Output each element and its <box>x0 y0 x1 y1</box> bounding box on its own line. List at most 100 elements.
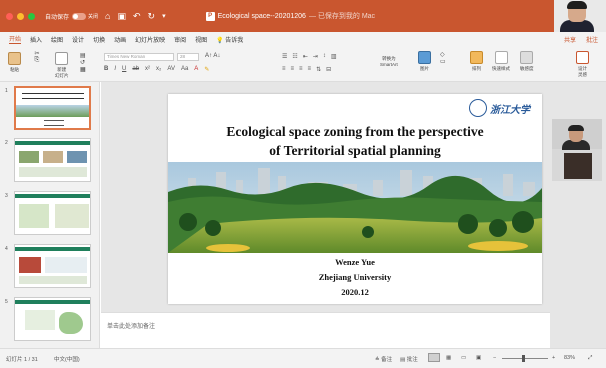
slide-thumbnail-panel[interactable]: 1 2 3 4 5 <box>0 82 100 348</box>
tab-insert[interactable]: 插入 <box>30 35 42 44</box>
tab-view[interactable]: 视图 <box>195 35 207 44</box>
slide-thumbnail-2[interactable] <box>14 138 91 182</box>
slide-thumbnail-5[interactable] <box>14 297 91 341</box>
zoom-window-button[interactable] <box>28 12 35 20</box>
comments-button[interactable]: 批注 <box>586 35 598 44</box>
font-grow-shrink[interactable]: A↑ A↓ <box>205 53 220 59</box>
font-name-select[interactable]: Times New Roman <box>104 53 174 61</box>
slide-sorter-button[interactable]: ▦ <box>446 355 451 361</box>
university-logo: 浙江大学 <box>469 97 539 119</box>
text-direction-button[interactable]: ⇅ <box>316 66 321 73</box>
tab-transitions[interactable]: 切换 <box>93 35 105 44</box>
share-button[interactable]: 共享 <box>564 35 576 44</box>
justify-button[interactable]: ≡ <box>308 66 312 73</box>
sensitivity-button[interactable]: 敏感度 <box>520 51 534 72</box>
slide-title[interactable]: Ecological space zoning from the perspec… <box>168 122 542 160</box>
presentation-date: 2020.12 <box>341 287 369 297</box>
zoom-level[interactable]: 83% <box>564 355 575 361</box>
close-window-button[interactable] <box>6 12 13 20</box>
redo-icon[interactable]: ↻ <box>148 11 156 22</box>
thumb-number: 3 <box>5 193 8 199</box>
fit-to-window-icon[interactable]: ⤢ <box>588 355 592 362</box>
columns-button[interactable]: ▥ <box>331 53 337 60</box>
convert-smartart-button[interactable]: 转换为 SmartArt <box>380 56 398 67</box>
participant-video-side <box>552 119 602 181</box>
normal-view-button[interactable] <box>428 353 440 362</box>
design-ideas-button[interactable]: 设计 灵感 <box>576 51 589 78</box>
notes-placeholder: 单击此处添加备注 <box>107 324 156 330</box>
align-right-button[interactable]: ≡ <box>299 66 303 73</box>
increase-indent-button[interactable]: ⇥ <box>313 53 318 60</box>
tab-animations[interactable]: 动画 <box>114 35 126 44</box>
title-bar: 自动保存 关闭 ⌂ ▣ ↶ ↻ ▾ P Ecological space--20… <box>0 0 606 32</box>
language-indicator[interactable]: 中文(中国) <box>54 355 80 363</box>
arrange-icon <box>470 51 483 64</box>
undo-icon[interactable]: ↶ <box>133 11 141 22</box>
clipboard-tools[interactable]: ✂ ⎘ <box>32 50 42 64</box>
align-text-button[interactable]: ⊟ <box>326 66 331 73</box>
align-buttons: ≡ ≡ ≡ ≡ ⇅ ⊟ <box>282 66 331 73</box>
picture-icon <box>418 51 431 64</box>
subscript-button[interactable]: x₂ <box>156 66 161 73</box>
university-seal-icon <box>469 99 487 117</box>
align-center-button[interactable]: ≡ <box>291 66 295 73</box>
highlight-button[interactable]: ✎ <box>204 66 209 73</box>
decrease-indent-button[interactable]: ⇤ <box>303 53 308 60</box>
bullets-button[interactable]: ☰ <box>282 53 287 60</box>
zoom-out-button[interactable]: − <box>493 355 496 361</box>
tab-design[interactable]: 设计 <box>72 35 84 44</box>
quick-styles-icon <box>494 51 508 64</box>
comments-toggle-button[interactable]: ▤ 批注 <box>400 355 418 363</box>
change-case-button[interactable]: Aa <box>181 66 188 73</box>
superscript-button[interactable]: x² <box>145 66 150 73</box>
save-icon[interactable]: ▣ <box>117 11 126 22</box>
picture-button[interactable]: 图片 <box>418 51 431 72</box>
tell-me-search[interactable]: 💡 告诉我 <box>216 35 243 44</box>
slide-thumbnail-4[interactable] <box>14 244 91 288</box>
notes-toggle-button[interactable]: ≙ 备注 <box>375 355 392 363</box>
shapes-button[interactable]: ◇ ▭ <box>440 51 446 65</box>
tell-me-label: 告诉我 <box>225 37 244 44</box>
new-slide-button[interactable]: 新建 幻灯片 <box>55 52 69 79</box>
font-color-button[interactable]: A <box>194 66 198 73</box>
tab-home[interactable]: 开始 <box>9 34 22 44</box>
numbering-button[interactable]: ☷ <box>292 53 297 60</box>
ribbon-tabs: 开始 插入 绘图 设计 切换 动画 幻灯片放映 审阅 视图 💡 告诉我 共享 批… <box>0 32 606 46</box>
strikethrough-button[interactable]: ab <box>132 66 139 73</box>
thumb-number: 4 <box>5 246 8 252</box>
line-spacing-button[interactable]: ↕ <box>323 53 326 60</box>
underline-button[interactable]: U <box>122 66 126 73</box>
slide-thumbnail-3[interactable] <box>14 191 91 235</box>
italic-button[interactable]: I <box>114 66 116 73</box>
thumb-number: 1 <box>5 88 8 94</box>
logo-text: 浙江大学 <box>490 104 530 116</box>
reading-view-button[interactable]: ▭ <box>461 355 466 361</box>
autosave-toggle[interactable] <box>72 12 87 20</box>
char-spacing-button[interactable]: AV <box>167 66 175 73</box>
home-icon[interactable]: ⌂ <box>105 11 110 21</box>
arrange-button[interactable]: 排列 <box>470 51 483 72</box>
paste-button[interactable]: 粘贴 <box>8 52 21 73</box>
tab-draw[interactable]: 绘图 <box>51 35 63 44</box>
zoom-in-button[interactable]: + <box>552 355 555 361</box>
customize-toolbar-icon[interactable]: ▾ <box>162 12 166 20</box>
notes-pane[interactable]: 单击此处添加备注 <box>101 312 550 348</box>
bold-button[interactable]: B <box>104 66 108 73</box>
ribbon-toolbar: 粘贴 ✂ ⎘ 新建 幻灯片 ▤ ↺ ▦ Times New Roman 28 B I … <box>0 46 606 82</box>
document-name: Ecological space--20201206 <box>217 12 306 20</box>
tab-review[interactable]: 审阅 <box>174 35 186 44</box>
layout-tools[interactable]: ▤ ↺ ▦ <box>80 52 86 73</box>
list-buttons: ☰ ☷ ⇤ ⇥ ↕ ▥ <box>282 53 337 60</box>
tab-slideshow[interactable]: 幻灯片放映 <box>135 35 165 44</box>
thumb-number: 5 <box>5 299 8 305</box>
minimize-window-button[interactable] <box>17 12 24 20</box>
slideshow-button[interactable]: ▣ <box>476 355 481 361</box>
zoom-slider[interactable] <box>502 358 548 359</box>
current-slide[interactable]: 浙江大学 Ecological space zoning from the pe… <box>168 94 542 304</box>
author-name: Wenze Yue <box>335 257 375 267</box>
slide-thumbnail-1[interactable] <box>14 86 91 130</box>
quick-styles-button[interactable]: 快速样式 <box>492 51 510 72</box>
zoom-slider-thumb[interactable] <box>522 355 525 362</box>
align-left-button[interactable]: ≡ <box>282 66 286 73</box>
font-size-select[interactable]: 28 <box>177 53 199 61</box>
